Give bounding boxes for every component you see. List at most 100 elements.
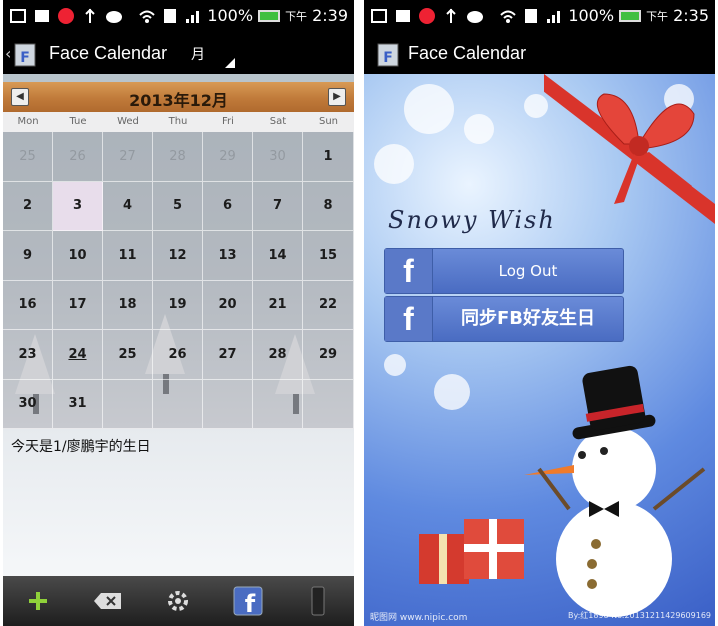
- logout-button[interactable]: f Log Out: [384, 248, 624, 294]
- calendar-day-cell[interactable]: 24: [53, 330, 103, 380]
- calendar-day-cell[interactable]: 9: [3, 231, 53, 281]
- weekday-label: Sun: [318, 116, 339, 127]
- facebook-button[interactable]: f: [213, 576, 283, 626]
- calendar-app-icon[interactable]: F: [376, 40, 400, 68]
- calendar-day-cell[interactable]: 19: [153, 280, 203, 330]
- calendar-day-cell[interactable]: 27: [203, 330, 253, 380]
- weekday-label: Mon: [17, 116, 39, 127]
- add-button[interactable]: [3, 576, 73, 626]
- calendar-day-cell[interactable]: 28: [153, 132, 203, 182]
- calendar-day-cell[interactable]: 25: [3, 132, 53, 182]
- view-mode-selector[interactable]: 月: [191, 44, 205, 64]
- ampm-label: 下午: [646, 9, 669, 23]
- image-icon: [35, 10, 49, 22]
- calendar-day-cell[interactable]: 13: [203, 231, 253, 281]
- calendar-day-cell[interactable]: 7: [253, 181, 303, 231]
- calendar-day-cell[interactable]: 22: [303, 280, 354, 330]
- calendar-day-cell[interactable]: 28: [253, 330, 303, 380]
- delete-icon: [94, 593, 121, 609]
- calendar-day-cell[interactable]: 5: [153, 181, 203, 231]
- calendar-day-cell[interactable]: 14: [253, 231, 303, 281]
- screenshot-icon: [10, 9, 26, 23]
- month-title: 2013年12月: [129, 91, 228, 110]
- app-notification-icon: [419, 8, 435, 24]
- calendar-day-cell[interactable]: 27: [103, 132, 153, 182]
- calendar-day-cell[interactable]: 29: [203, 132, 253, 182]
- calendar-day-cell[interactable]: 26: [153, 330, 203, 380]
- status-bar: 100% 下午 2:39: [3, 0, 354, 34]
- ampm-label: 下午: [285, 9, 308, 23]
- calendar-day-cell[interactable]: 26: [53, 132, 103, 182]
- calendar-day-cell[interactable]: 4: [103, 181, 153, 231]
- calendar-day-cell[interactable]: [153, 379, 203, 429]
- calendar-day-cell[interactable]: [253, 379, 303, 429]
- wifi-icon: [139, 10, 156, 23]
- battery-percent: 100%: [207, 6, 254, 25]
- delete-button[interactable]: [73, 576, 143, 626]
- dropdown-corner-icon[interactable]: [225, 58, 235, 68]
- settings-button[interactable]: [143, 576, 213, 626]
- sd-card-icon: [525, 8, 538, 23]
- action-bar: ‹ F Face Calendar 月: [3, 34, 354, 74]
- back-chevron-icon[interactable]: ‹: [5, 44, 11, 63]
- calendar-day-cell[interactable]: 8: [303, 181, 354, 231]
- facebook-screen: 100% 下午 2:35 F Face Calendar Snowy Wish …: [364, 0, 715, 626]
- calendar-day-cell[interactable]: 11: [103, 231, 153, 281]
- calendar-day-cell[interactable]: 6: [203, 181, 253, 231]
- sync-fb-birthdays-label: 同步FB好友生日: [460, 308, 595, 329]
- screenshot-icon: [371, 9, 387, 23]
- calendar-day-cell[interactable]: [303, 379, 354, 429]
- red-ribbon-bow: [544, 74, 715, 224]
- calendar-day-cell[interactable]: 3: [53, 181, 103, 231]
- calendar-day-cell[interactable]: 15: [303, 231, 354, 281]
- weekday-label: Fri: [222, 116, 234, 127]
- calendar-day-cell[interactable]: 20: [203, 280, 253, 330]
- watermark-right: By:红1898 No.20131211429609169: [567, 611, 711, 620]
- image-icon: [396, 10, 410, 22]
- weekday-label: Tue: [69, 116, 87, 127]
- app-notification-icon: [58, 8, 74, 24]
- christmas-background: [364, 74, 715, 626]
- bokeh-light: [384, 354, 406, 376]
- calendar-screen: 100% 下午 2:39 ‹ F Face Calendar 月 ◀ 2013年…: [3, 0, 354, 626]
- calendar-day-cell[interactable]: [203, 379, 253, 429]
- calendar-day-cell[interactable]: 21: [253, 280, 303, 330]
- bokeh-light: [404, 84, 454, 134]
- battery-percent: 100%: [568, 6, 615, 25]
- watermark-left: 昵图网 www.nipic.com: [370, 613, 468, 623]
- weekday-header: Mon Tue Wed Thu Fri Sat Sun: [3, 112, 354, 132]
- app-title: Face Calendar: [408, 43, 527, 63]
- next-month-button[interactable]: ▶: [328, 88, 346, 106]
- cat-app-icon: [106, 11, 122, 23]
- clock: 2:39: [312, 6, 348, 25]
- calendar-day-cell[interactable]: 25: [103, 330, 153, 380]
- signal-icon: [547, 10, 561, 23]
- battery-icon: [619, 9, 642, 22]
- calendar-day-cell[interactable]: 10: [53, 231, 103, 281]
- calendar-day-cell[interactable]: 2: [3, 181, 53, 231]
- calendar-day-cell[interactable]: 17: [53, 280, 103, 330]
- calendar-day-cell[interactable]: 16: [3, 280, 53, 330]
- usb-icon: [446, 8, 456, 23]
- calendar-day-cell[interactable]: [103, 379, 153, 429]
- weekday-label: Thu: [168, 116, 188, 127]
- calendar-day-cell[interactable]: 23: [3, 330, 53, 380]
- calendar-app-icon[interactable]: F: [13, 40, 37, 68]
- calendar-day-cell[interactable]: 18: [103, 280, 153, 330]
- clock: 2:35: [673, 6, 709, 25]
- bokeh-light: [374, 144, 414, 184]
- phone-icon: [311, 586, 325, 616]
- bottom-toolbar: f: [3, 576, 354, 626]
- calendar-day-cell[interactable]: 30: [253, 132, 303, 182]
- sync-fb-birthdays-button[interactable]: f 同步FB好友生日: [384, 296, 624, 342]
- svg-text:F: F: [383, 50, 393, 66]
- snowman: [524, 365, 706, 617]
- calendar-day-cell[interactable]: 31: [53, 379, 103, 429]
- bokeh-light: [464, 114, 494, 144]
- facebook-f-icon: f: [385, 297, 433, 341]
- calendar-day-cell[interactable]: 29: [303, 330, 354, 380]
- calendar-day-cell[interactable]: 1: [303, 132, 354, 182]
- calendar-day-cell[interactable]: 30: [3, 379, 53, 429]
- phone-button[interactable]: [283, 576, 353, 626]
- calendar-day-cell[interactable]: 12: [153, 231, 203, 281]
